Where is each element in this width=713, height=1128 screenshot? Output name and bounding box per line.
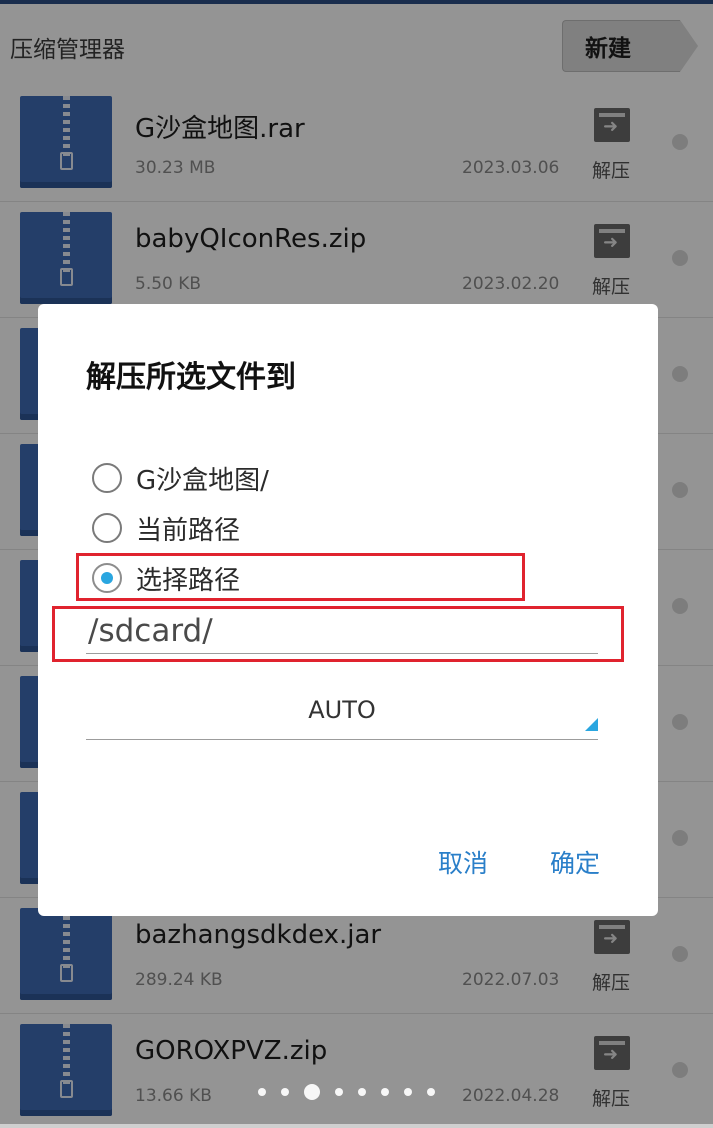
path-input[interactable] [86,608,598,654]
extract-dialog: 解压所选文件到 G沙盒地图/ 当前路径 选择路径 AUTO 取消 确定 [38,304,658,916]
dialog-title: 解压所选文件到 [86,360,296,395]
radio-checked-icon[interactable] [92,563,122,593]
option-label: G沙盒地图/ [136,465,269,496]
encoding-select[interactable]: AUTO [86,690,598,740]
option-label: 当前路径 [136,515,241,546]
page-dot-active[interactable] [304,1084,320,1100]
option-choose-path[interactable]: 选择路径 [92,558,240,598]
radio-icon[interactable] [92,513,122,543]
bottom-strip [0,1124,713,1128]
page-dot[interactable] [404,1088,412,1096]
confirm-button[interactable]: 确定 [550,844,600,880]
page-dot[interactable] [358,1088,366,1096]
option-archive-folder[interactable]: G沙盒地图/ [92,458,269,498]
encoding-value: AUTO [308,696,376,724]
page-dot[interactable] [258,1088,266,1096]
dropdown-caret-icon [585,718,598,731]
radio-icon[interactable] [92,463,122,493]
cancel-button[interactable]: 取消 [438,844,488,880]
page-dot[interactable] [381,1088,389,1096]
page-indicator [258,1083,435,1101]
option-current-path[interactable]: 当前路径 [92,508,240,548]
page-dot[interactable] [335,1088,343,1096]
page-dot[interactable] [427,1088,435,1096]
page-dot[interactable] [281,1088,289,1096]
option-label: 选择路径 [136,565,241,596]
